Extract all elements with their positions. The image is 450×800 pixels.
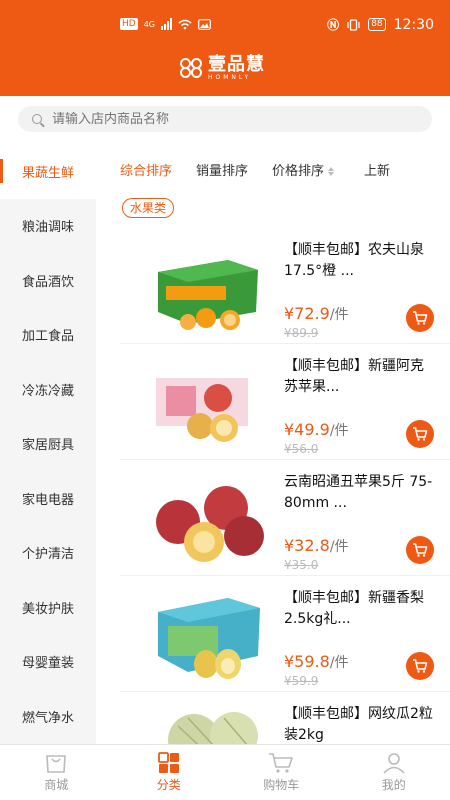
product-image-oranges	[158, 260, 258, 330]
price-unit: /件	[329, 307, 349, 323]
category-item[interactable]: 冷冻冷藏	[0, 362, 96, 417]
price-value: ¥72.9	[284, 304, 330, 323]
product-title: 云南昭通丑苹果5斤 75-80mm ...	[284, 474, 433, 511]
tab-mine[interactable]: 我的	[338, 745, 450, 800]
product-item[interactable]: 【顺丰包邮】新疆阿克苏苹果... ¥49.9/件 ¥56.0	[120, 344, 450, 460]
category-item[interactable]: 个护清洁	[0, 526, 96, 581]
subcategory-tag[interactable]: 水果类	[122, 198, 175, 218]
product-price: ¥72.9/件	[284, 304, 349, 324]
category-grid-icon	[157, 752, 179, 773]
wifi-icon	[178, 19, 192, 29]
image-icon	[198, 18, 211, 30]
price-value: ¥49.9	[284, 420, 330, 439]
status-bar: HD 4G Ⓝ 88 12:30	[0, 14, 450, 38]
product-item[interactable]: 【顺丰包邮】农夫山泉17.5°橙 ... ¥72.9/件 ¥89.9	[120, 228, 450, 344]
tab-mall[interactable]: 商城	[0, 745, 113, 800]
category-item[interactable]: 美妆护肤	[0, 580, 96, 635]
search-box[interactable]	[18, 106, 432, 132]
add-to-cart-button[interactable]	[406, 304, 434, 332]
user-icon	[383, 753, 405, 774]
category-item[interactable]: 食品酒饮	[0, 253, 96, 308]
price-value: ¥32.8	[284, 536, 330, 555]
product-image-pears	[158, 598, 260, 679]
search-input[interactable]	[52, 111, 412, 127]
original-price: ¥59.9	[284, 674, 319, 688]
product-price: ¥32.8/件	[284, 536, 349, 556]
bottom-tab-bar: 商城 分类 购物车 我的	[0, 744, 450, 800]
clock: 12:30	[393, 16, 434, 33]
add-to-cart-button[interactable]	[406, 420, 434, 448]
add-to-cart-button[interactable]	[406, 652, 434, 680]
category-item[interactable]: 加工食品	[0, 308, 96, 363]
search-icon	[32, 114, 42, 124]
tab-cart-label: 购物车	[263, 778, 300, 792]
product-title: 【顺丰包邮】网纹瓜2粒装2kg	[284, 706, 433, 743]
vibrate-icon	[347, 18, 360, 31]
brand-name-en: HOMNLY	[208, 74, 252, 81]
sort-price-label: 价格排序	[272, 163, 325, 179]
product-image-apples	[156, 486, 264, 562]
logo-mark-icon	[180, 57, 204, 80]
sort-sales[interactable]: 销量排序	[184, 160, 260, 179]
shop-bag-icon	[46, 755, 67, 773]
battery-icon: 88	[368, 18, 386, 31]
signal-icon	[161, 18, 172, 30]
product-list: 【顺丰包邮】农夫山泉17.5°橙 ... ¥72.9/件 ¥89.9 【顺丰包邮…	[120, 228, 450, 752]
hd-badge: HD	[120, 18, 138, 30]
product-title: 【顺丰包邮】新疆阿克苏苹果...	[284, 358, 424, 395]
tab-category[interactable]: 分类	[113, 745, 226, 800]
cart-icon	[413, 311, 428, 325]
cart-icon	[413, 427, 428, 441]
tab-mall-label: 商城	[44, 778, 69, 792]
cart-icon	[413, 659, 428, 673]
tab-category-label: 分类	[156, 778, 181, 792]
sort-comprehensive[interactable]: 综合排序	[108, 160, 184, 179]
price-unit: /件	[329, 539, 349, 555]
product-item[interactable]: 云南昭通丑苹果5斤 75-80mm ... ¥32.8/件 ¥35.0	[120, 460, 450, 576]
product-title: 【顺丰包邮】新疆香梨2.5kg礼...	[284, 590, 424, 627]
category-item[interactable]: 果蔬生鲜	[0, 144, 96, 199]
price-unit: /件	[329, 655, 349, 671]
nfc-icon: Ⓝ	[327, 18, 340, 32]
cart-icon	[413, 543, 428, 557]
original-price: ¥89.9	[284, 326, 319, 340]
add-to-cart-button[interactable]	[406, 536, 434, 564]
cart-icon	[269, 753, 294, 773]
product-price: ¥49.9/件	[284, 420, 349, 440]
sort-bar: 综合排序 销量排序 价格排序 上新	[108, 150, 450, 188]
product-item[interactable]: 【顺丰包邮】新疆香梨2.5kg礼... ¥59.8/件 ¥59.9	[120, 576, 450, 692]
category-item[interactable]: 母婴童装	[0, 635, 96, 690]
app-header: HD 4G Ⓝ 88 12:30 壹品慧 HOMNLY	[0, 0, 450, 96]
product-item[interactable]: 【顺丰包邮】网纹瓜2粒装2kg	[120, 692, 450, 752]
category-item[interactable]: 燃气净水	[0, 689, 96, 744]
original-price: ¥35.0	[284, 558, 319, 572]
category-item[interactable]: 粮油调味	[0, 199, 96, 254]
sort-arrows-icon	[328, 166, 335, 176]
tab-mine-label: 我的	[381, 778, 406, 792]
price-unit: /件	[329, 423, 349, 439]
network-type: 4G	[143, 19, 155, 29]
search-bar	[0, 96, 450, 144]
original-price: ¥56.0	[284, 442, 319, 456]
product-price: ¥59.8/件	[284, 652, 349, 672]
tab-cart[interactable]: 购物车	[225, 745, 338, 800]
product-image-apple-box	[156, 378, 248, 442]
category-item[interactable]: 家电电器	[0, 471, 96, 526]
brand-logo: 壹品慧 HOMNLY	[180, 56, 265, 81]
category-item[interactable]: 家居厨具	[0, 417, 96, 472]
sort-new[interactable]: 上新	[352, 160, 402, 179]
product-title: 【顺丰包邮】农夫山泉17.5°橙 ...	[284, 242, 424, 279]
brand-name-cn: 壹品慧	[208, 54, 265, 75]
price-value: ¥59.8	[284, 652, 330, 671]
sort-price[interactable]: 价格排序	[260, 160, 346, 179]
category-sidebar: 果蔬生鲜 粮油调味 食品酒饮 加工食品 冷冻冷藏 家居厨具 家电电器 个护清洁 …	[0, 144, 96, 744]
